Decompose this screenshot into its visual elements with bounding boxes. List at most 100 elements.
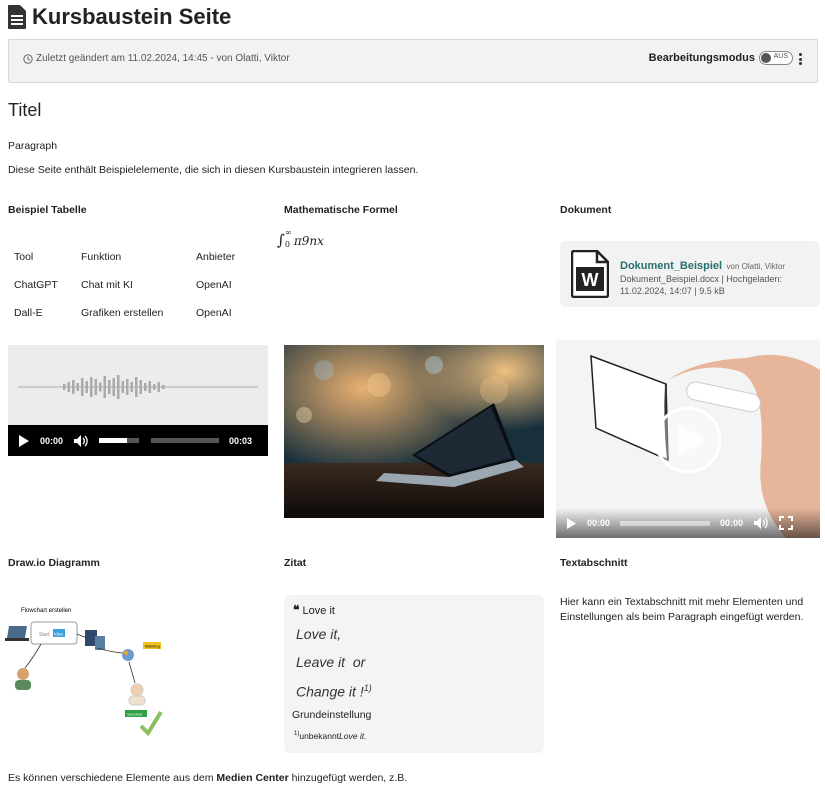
waveform-bar — [162, 385, 165, 389]
toggle-state: AUS — [773, 53, 788, 60]
waveform-bar — [90, 377, 93, 397]
toggle-knob — [761, 53, 771, 63]
diagram-success: Success — [127, 712, 142, 717]
table-row: Dall-E Grafiken erstellen OpenAI — [14, 299, 235, 327]
page-title: Kursbaustein Seite — [32, 4, 232, 29]
edit-mode: Bearbeitungsmodus AUS — [649, 51, 793, 65]
last-modified-text: Zuletzt geändert am 11.02.2024, 14:45 - … — [36, 53, 290, 64]
quote-setting: Grundeinstellung — [292, 709, 372, 721]
integral-limits: ∞ 0 — [285, 228, 294, 249]
quote-line-last: Change it !1) — [296, 683, 372, 700]
waveform-bar — [99, 382, 102, 392]
quote-line: Leave it or — [296, 654, 366, 670]
table-cell: Anbieter — [196, 251, 236, 263]
footer-suffix: hinzugefügt werden, z.B. — [288, 772, 408, 784]
volume-icon[interactable] — [753, 516, 769, 530]
doc-icon-letter: W — [582, 270, 599, 290]
last-modified: Zuletzt geändert am 11.02.2024, 14:45 - … — [23, 53, 290, 64]
table-row: ChatGPT Chat mit KI OpenAI — [14, 271, 235, 299]
diagram-box-b: Idea — [54, 632, 63, 637]
quote-line: Change it ! — [296, 683, 364, 700]
document-author: von Olatti, Viktor — [726, 262, 786, 271]
footer-text: Es können verschiedene Elemente aus dem … — [8, 772, 407, 784]
edit-mode-label: Bearbeitungsmodus — [648, 52, 755, 64]
volume-icon[interactable] — [73, 434, 89, 448]
volume-fill — [99, 438, 128, 443]
quote-box: ❝ Love it Love it, Leave it or Change it… — [284, 595, 544, 753]
content-heading: Titel — [8, 100, 42, 120]
integral-sign: ∫ — [277, 231, 285, 249]
volume-slider[interactable] — [99, 438, 140, 443]
document-section-title: Dokument — [560, 204, 612, 216]
waveform-bar — [63, 384, 66, 390]
quote-label: Love it — [302, 605, 335, 617]
waveform-bar — [72, 380, 75, 394]
math-formula: ∫ ∞ 0 π9nx — [277, 228, 324, 249]
table-cell: Grafiken erstellen — [81, 307, 164, 319]
audio-controls: 00:00 00:03 — [8, 425, 268, 456]
waveform-bar — [67, 382, 70, 392]
waveform-bar — [130, 382, 133, 392]
text-section-body: Hier kann ein Textabschnitt mit mehr Ele… — [560, 596, 804, 623]
clock-icon — [23, 53, 33, 64]
diagram-warning: Warning — [145, 644, 160, 649]
word-document-icon: W — [571, 250, 609, 298]
quote-header: ❝ Love it — [293, 603, 335, 617]
audio-current-time: 00:00 — [40, 435, 64, 446]
fullscreen-icon[interactable] — [779, 516, 794, 530]
quote-section-title: Zitat — [284, 557, 307, 569]
drawio-diagram: Flowchart erstellen Start Idea Warning S… — [5, 598, 180, 743]
quote-line: Love it, — [296, 626, 342, 642]
table-cell: OpenAI — [196, 279, 232, 291]
table-row: Tool Funktion Anbieter — [14, 243, 235, 271]
play-icon[interactable] — [566, 517, 577, 530]
video-duration: 00:00 — [720, 518, 744, 528]
table-cell: Tool — [14, 251, 34, 263]
video-player: 00:00 00:00 — [556, 340, 820, 538]
text-section-title: Textabschnitt — [560, 557, 628, 569]
page-toolbar: Zuletzt geändert am 11.02.2024, 14:45 - … — [8, 39, 818, 83]
audio-player: 00:00 00:03 — [8, 345, 268, 456]
example-table: Tool Funktion Anbieter ChatGPT Chat mit … — [14, 243, 235, 327]
table-cell: Chat mit KI — [81, 279, 133, 291]
video-current-time: 00:00 — [587, 518, 611, 528]
waveform-bar — [121, 381, 124, 393]
table-cell: OpenAI — [196, 307, 232, 319]
page-icon — [8, 5, 26, 29]
laptop-photo — [284, 345, 544, 518]
video-controls: 00:00 00:00 — [556, 508, 820, 538]
footnote-source: Love it. — [339, 731, 367, 741]
diagram-box-a: Start — [39, 632, 50, 638]
laptop-image — [284, 345, 544, 518]
intro-text: Diese Seite enthält Beispielelemente, di… — [8, 164, 419, 176]
waveform-bar — [85, 381, 88, 393]
waveform-bar — [103, 376, 106, 398]
more-options-icon[interactable] — [793, 50, 807, 68]
video-progress[interactable] — [620, 520, 711, 526]
diagram-title: Flowchart erstellen — [21, 608, 71, 614]
edit-mode-toggle[interactable]: AUS — [759, 51, 793, 65]
waveform-bar — [139, 380, 142, 394]
table-cell: Funktion — [81, 251, 122, 263]
quote-icon: ❝ — [293, 603, 300, 617]
document-card[interactable]: W Dokument_Beispiel von Olatti, Viktor D… — [560, 241, 820, 307]
table-cell: ChatGPT — [14, 279, 58, 291]
waveform-bar — [135, 377, 138, 397]
paragraph-label: Paragraph — [8, 140, 58, 152]
document-link[interactable]: Dokument_Beispiel — [620, 260, 722, 272]
waveform-bar — [81, 378, 84, 396]
quote-footnote: 1)unbekanntLove it. — [294, 731, 366, 741]
document-info: Dokument_Beispiel von Olatti, Viktor Dok… — [620, 259, 812, 297]
play-icon[interactable] — [18, 434, 30, 448]
table-section-title: Beispiel Tabelle — [8, 204, 87, 216]
audio-duration: 00:03 — [229, 435, 253, 446]
waveform-bar — [126, 379, 129, 395]
waveform-bar — [94, 379, 97, 395]
waveform — [18, 375, 258, 399]
formula-section-title: Mathematische Formel — [284, 204, 398, 216]
waveform-bar — [144, 383, 147, 391]
waveform-bar — [112, 378, 115, 396]
document-meta: Dokument_Beispiel.docx | Hochgeladen: 11… — [620, 274, 782, 296]
audio-progress[interactable] — [151, 438, 220, 443]
footnote-author: unbekannt — [299, 731, 340, 741]
